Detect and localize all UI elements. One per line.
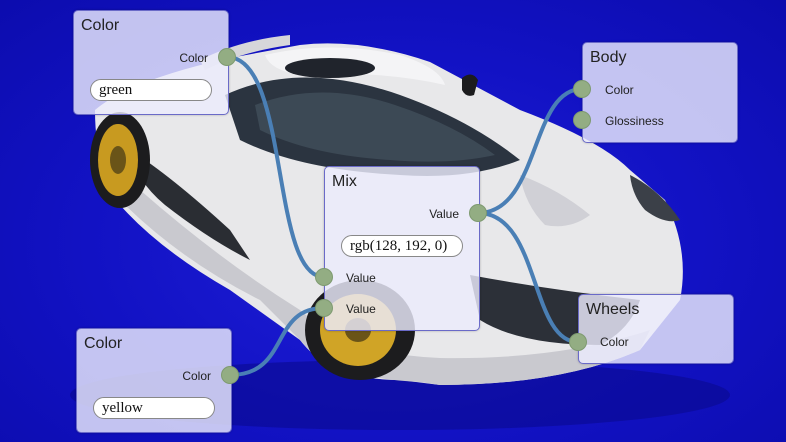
output-port-label: Color (182, 369, 211, 383)
color-green-output-port[interactable] (218, 48, 236, 66)
color-node-yellow[interactable]: Color Color (76, 328, 232, 433)
wire-yellow-to-mix (228, 306, 326, 377)
wire-green-to-mix (225, 55, 326, 279)
mix-input-port-b[interactable] (315, 299, 333, 317)
mix-value-input[interactable] (341, 235, 463, 257)
mix-node[interactable]: Mix Value Value Value (324, 166, 480, 331)
input-port-label-color: Color (605, 83, 634, 97)
input-port-label-glossiness: Glossiness (605, 114, 664, 128)
color-value-input[interactable] (90, 79, 212, 101)
mix-output-port[interactable] (469, 204, 487, 222)
viewport: Color Color Color Color Mix Value Value … (0, 0, 786, 442)
color-node-green[interactable]: Color Color (73, 10, 229, 115)
node-title: Mix (332, 173, 357, 190)
node-title: Body (590, 49, 627, 66)
wheels-color-input-port[interactable] (569, 333, 587, 351)
node-title: Wheels (586, 301, 640, 318)
output-port-label: Color (179, 51, 208, 65)
node-title: Color (81, 17, 120, 34)
wire-mix-to-body (476, 87, 584, 215)
input-port-label-color: Color (600, 335, 629, 349)
mix-input-port-a[interactable] (315, 268, 333, 286)
input-port-label-b: Value (346, 302, 376, 316)
body-glossiness-input-port[interactable] (573, 111, 591, 129)
body-color-input-port[interactable] (573, 80, 591, 98)
color-value-input[interactable] (93, 397, 215, 419)
output-port-label: Value (429, 207, 459, 221)
node-title: Color (84, 335, 123, 352)
wheels-node[interactable]: Wheels Color (578, 294, 734, 364)
wire-mix-to-wheels (476, 211, 580, 344)
color-yellow-output-port[interactable] (221, 366, 239, 384)
body-node[interactable]: Body Color Glossiness (582, 42, 738, 143)
input-port-label-a: Value (346, 271, 376, 285)
